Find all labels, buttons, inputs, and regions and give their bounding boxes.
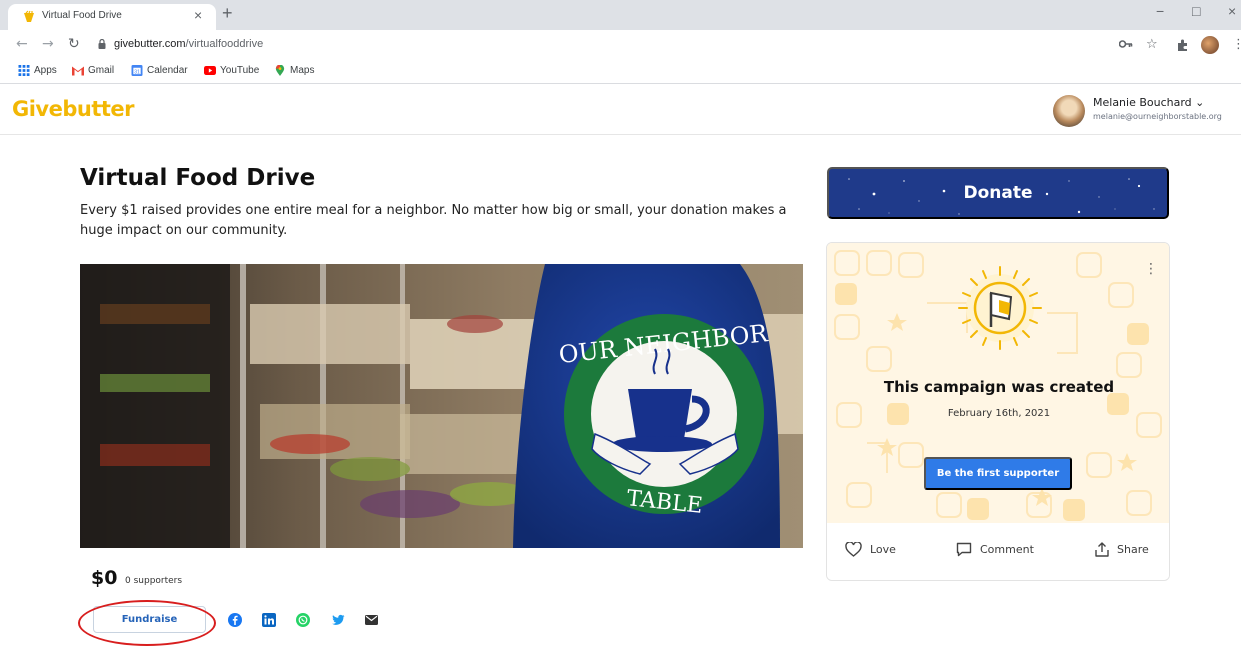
browser-tabstrip: Virtual Food Drive × + − □ × [0,0,1241,30]
url-text: givebutter.com/virtualfooddrive [114,38,263,50]
new-tab-button[interactable]: + [222,3,233,23]
tab-title: Virtual Food Drive [42,10,122,21]
key-icon[interactable] [1119,39,1133,49]
chrome-menu-icon[interactable]: ⋮ [1232,37,1241,52]
bookmark-label: YouTube [220,65,260,76]
bookmark-star-icon[interactable]: ☆ [1146,37,1158,52]
forward-arrow-icon[interactable]: → [42,36,54,52]
share-button[interactable]: Share [1095,542,1149,557]
lock-icon [98,39,106,49]
maps-pin-icon [275,65,285,76]
url-path: /virtualfooddrive [185,38,264,50]
campaign-created-date: February 16th, 2021 [947,408,1051,419]
maximize-button[interactable]: □ [1192,3,1200,19]
campaign-title: Virtual Food Drive [80,165,316,191]
donate-label: Donate [963,183,1033,203]
givebutter-favicon-icon [24,10,34,22]
first-supporter-button[interactable]: Be the first supporter [924,457,1072,490]
user-name-menu[interactable]: Melanie Bouchard ⌄ [1093,96,1204,109]
campaign-activity-card: ⋮ This campaign was created February 16t… [826,242,1170,581]
bookmarks-bar: Apps Gmail 31 Calendar YouTube Maps [0,60,1241,84]
calendar-icon: 31 [131,65,143,76]
share-icon [1095,542,1109,557]
bookmark-label: Gmail [88,65,115,76]
bookmark-apps[interactable]: Apps [18,65,57,76]
extensions-puzzle-icon[interactable] [1176,38,1190,52]
youtube-icon [204,66,216,75]
card-menu-icon[interactable]: ⋮ [1144,261,1158,277]
user-email: melanie@ourneighborstable.org [1093,112,1222,121]
svg-text:31: 31 [134,69,140,75]
close-window-button[interactable]: × [1228,3,1236,19]
email-icon[interactable] [364,613,378,627]
gmail-icon [72,66,84,76]
bookmark-label: Calendar [147,65,188,76]
back-arrow-icon[interactable]: ← [16,36,28,52]
donate-button[interactable]: Donate [827,167,1169,219]
url-host: givebutter.com [114,38,186,50]
chrome-profile-avatar[interactable] [1201,36,1219,54]
facebook-icon[interactable] [228,613,242,627]
site-header: Givebutter Melanie Bouchard ⌄ melanie@ou… [0,85,1241,135]
love-button[interactable]: Love [845,542,896,557]
twitter-icon[interactable] [331,613,345,627]
heart-icon [845,542,862,557]
bookmark-calendar[interactable]: 31 Calendar [131,65,188,76]
bookmark-youtube[interactable]: YouTube [204,65,259,76]
bookmark-label: Maps [290,65,315,76]
bookmark-label: Apps [34,65,57,76]
user-avatar[interactable] [1053,95,1085,127]
share-label: Share [1117,543,1149,556]
comment-button[interactable]: Comment [956,542,1034,557]
love-label: Love [870,543,896,556]
amount-raised: $0 [91,567,118,589]
tab-close-icon[interactable]: × [194,7,202,23]
address-bar[interactable]: givebutter.com/virtualfooddrive [92,34,1092,56]
card-actions: Love Comment Share [827,523,1169,580]
bookmark-maps[interactable]: Maps [274,65,314,76]
campaign-description: Every $1 raised provides one entire meal… [80,203,787,238]
fundraise-button[interactable]: Fundraise [93,606,206,633]
sun-flag-icon [958,266,1042,350]
supporter-count: 0 supporters [125,576,183,586]
comment-label: Comment [980,543,1034,556]
bookmark-gmail[interactable]: Gmail [72,65,114,76]
reload-icon[interactable]: ↻ [68,36,80,52]
browser-toolbar: ← → ↻ givebutter.com/virtualfooddrive ☆ … [0,30,1241,60]
comment-icon [956,542,972,557]
linkedin-icon[interactable] [262,613,276,627]
whatsapp-icon[interactable] [296,613,310,627]
browser-tab[interactable]: Virtual Food Drive × [8,4,216,30]
apps-grid-icon [18,65,30,76]
givebutter-logo[interactable]: Givebutter [12,97,135,121]
minimize-button[interactable]: − [1156,3,1164,19]
campaign-created-title: This campaign was created [883,378,1115,396]
campaign-hero-image: OUR NEIGHBOR TABLE [80,264,803,548]
